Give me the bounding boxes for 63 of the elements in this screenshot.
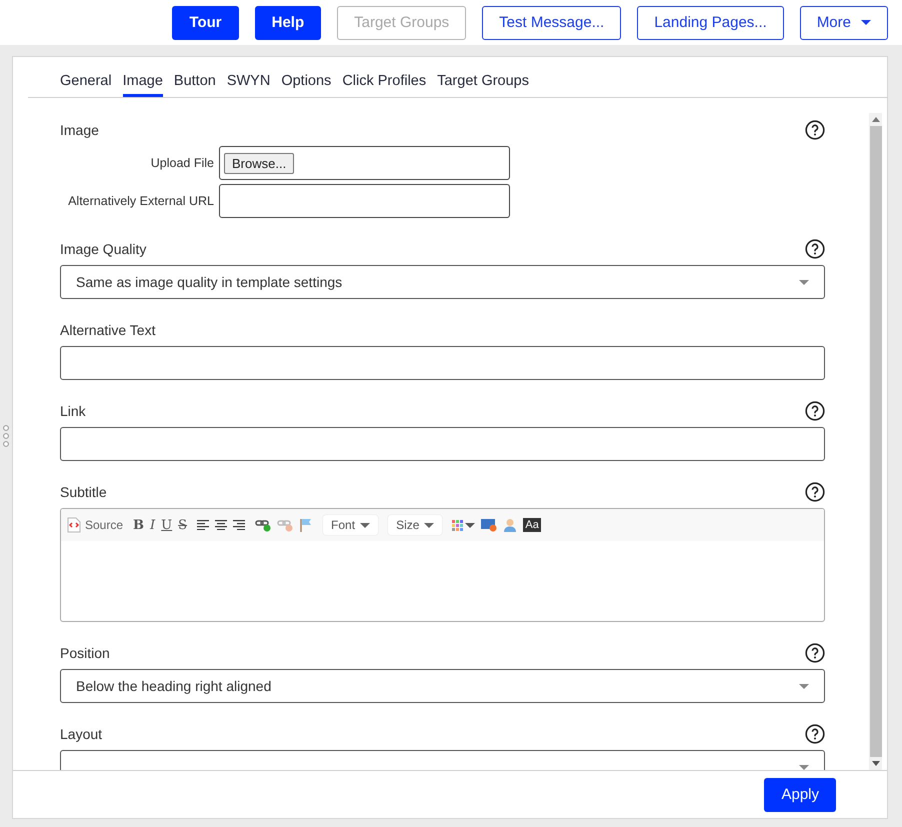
caret-icon: [424, 522, 434, 528]
caret-icon: [799, 280, 809, 284]
file-input[interactable]: Browse...: [219, 146, 510, 180]
select-field[interactable]: Below the heading right aligned: [60, 669, 825, 703]
field-label: Alternative Text: [60, 322, 156, 338]
toolbar-dropdown[interactable]: Size: [388, 515, 442, 535]
field-label: Position: [60, 645, 110, 661]
tab[interactable]: Click Profiles: [342, 73, 426, 97]
caret-icon: [799, 764, 809, 770]
caret-icon: [465, 522, 476, 528]
tab[interactable]: Target Groups: [437, 73, 529, 97]
align-left-icon[interactable]: [197, 520, 210, 530]
help-icon[interactable]: [805, 724, 825, 744]
field-label: Image Quality: [60, 241, 146, 257]
field-label: Link: [60, 403, 86, 419]
toolbar-button[interactable]: I: [150, 518, 156, 532]
scrollbar[interactable]: [869, 113, 882, 770]
top-button[interactable]: Landing Pages...: [637, 6, 784, 40]
help-icon[interactable]: [805, 482, 825, 502]
top-button[interactable]: Help: [254, 6, 322, 40]
browse-button[interactable]: Browse...: [224, 152, 294, 174]
top-button[interactable]: Tour: [172, 6, 239, 40]
toolbar-button[interactable]: Source: [67, 517, 124, 533]
scroll-down-icon[interactable]: [872, 761, 880, 766]
input-field[interactable]: [60, 346, 825, 380]
color-grid-icon[interactable]: [452, 520, 464, 530]
html-icon[interactable]: [481, 518, 498, 532]
link-icon[interactable]: [255, 518, 272, 532]
toolbar-dropdown[interactable]: Font: [323, 515, 378, 535]
field-label: Upload File: [150, 156, 214, 170]
url-input[interactable]: [219, 184, 510, 218]
help-icon[interactable]: [805, 401, 825, 421]
tab[interactable]: Button: [174, 73, 216, 97]
help-icon[interactable]: [805, 239, 825, 259]
toolbar-button[interactable]: S: [178, 518, 188, 532]
top-button[interactable]: More: [800, 6, 888, 40]
help-icon[interactable]: [805, 120, 825, 140]
source-code-icon: [67, 517, 81, 533]
tab[interactable]: General: [60, 73, 112, 97]
input-field[interactable]: [60, 427, 825, 461]
field-label: Alternatively External URL: [68, 194, 214, 208]
align-right-icon[interactable]: [233, 520, 246, 530]
select-field[interactable]: Same as image quality in template settings: [60, 265, 825, 299]
top-button[interactable]: Test Message...: [482, 6, 622, 40]
caret-icon: [861, 20, 871, 25]
tab[interactable]: SWYN: [226, 73, 270, 97]
help-icon[interactable]: [805, 643, 825, 663]
tab[interactable]: Options: [281, 73, 332, 97]
caret-icon: [799, 684, 809, 688]
toolbar-button[interactable]: Aa: [523, 518, 541, 532]
field-label: Subtitle: [60, 484, 107, 500]
apply-button[interactable]: Apply: [764, 778, 836, 812]
toolbar-button[interactable]: U: [161, 518, 172, 532]
field-label: Image: [60, 122, 99, 138]
field-label: Layout: [60, 726, 102, 742]
align-center-icon[interactable]: [215, 520, 228, 530]
flag-icon[interactable]: [299, 518, 314, 532]
scroll-up-icon[interactable]: [872, 117, 880, 122]
resize-grip-icon[interactable]: [3, 425, 9, 447]
caret-icon: [360, 522, 370, 528]
text-editor[interactable]: Source B I U S Font Size Aa: [60, 508, 825, 622]
toolbar-button[interactable]: B: [133, 518, 144, 532]
tab[interactable]: Image: [122, 73, 163, 97]
